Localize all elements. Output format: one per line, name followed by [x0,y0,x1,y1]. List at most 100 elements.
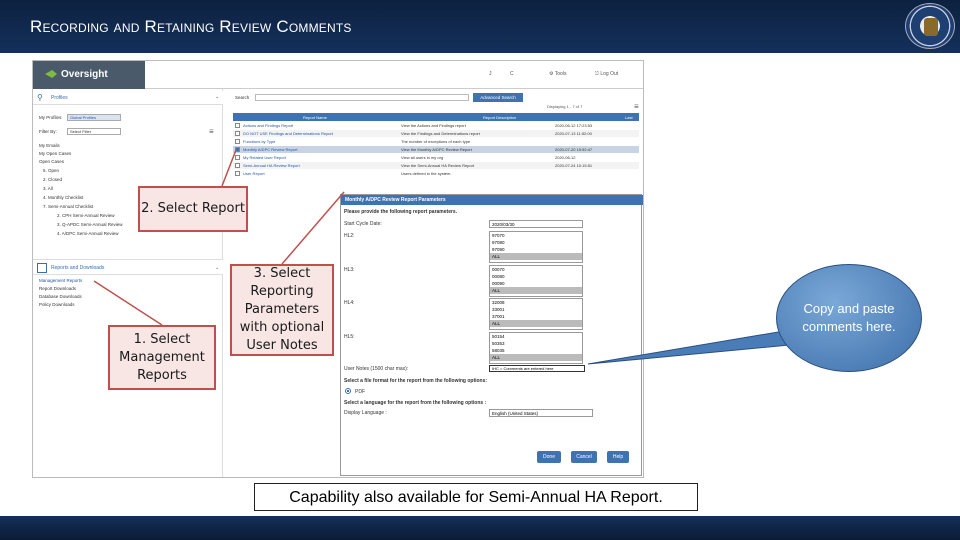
reports-label: Reports and Downloads [51,265,105,271]
tools-menu[interactable]: ⚙ Tools [549,71,566,77]
hl4-option[interactable]: 32008 [490,299,582,306]
hl5-option[interactable]: 58035 [490,347,582,354]
table-row[interactable]: Actions and Findings Report View the Acti… [233,122,639,129]
language-prompt: Select a language for the report from th… [344,400,487,406]
language-select[interactable]: English (United States) [489,409,593,417]
sidebar-item-open[interactable]: 5. Open [43,168,59,173]
col-header-last[interactable]: Last [625,115,633,120]
hl4-option[interactable]: 37001 [490,313,582,320]
cell-name[interactable]: My Related User Report [243,155,286,160]
sidebar-item-monthly-checklist[interactable]: 4. Monthly Checklist [43,195,83,200]
cycle-date-select[interactable]: 2020/03/30 [489,220,583,228]
callout-step1: 1. Select Management Reports [108,325,216,390]
hl4-option[interactable]: 33001 [490,306,582,313]
row-checkbox[interactable] [235,123,240,128]
row-checkbox-checked[interactable] [235,147,240,152]
hl3-option-selected[interactable]: ALL [490,287,582,294]
app-logo[interactable]: Oversight [61,69,108,80]
cell-name[interactable]: Actions and Findings Report [243,123,293,128]
col-header-report-name[interactable]: Report Name [303,115,327,120]
user-notes-input[interactable]: IHC = Comments are entered here [489,365,585,372]
table-row[interactable]: DO NOT USE Findings and Determinations R… [233,130,639,137]
hl5-option[interactable]: 50353 [490,340,582,347]
hl2-option[interactable]: 97090 [490,246,582,253]
menu-icon[interactable]: ≡ [634,102,639,111]
copy-paste-bubble: Copy and paste comments here. [776,264,922,372]
my-profiles-label: My Profiles: [39,115,63,120]
sidebar-item-policy-downloads[interactable]: Policy Downloads [39,302,75,307]
tools-label: Tools [554,71,567,77]
sidebar-item-my-open-cases[interactable]: My Open Cases [39,151,71,156]
cell-date: 2020-07-24 10:15:51 [555,163,593,168]
table-row[interactable]: My Related User Report View all users in … [233,154,639,161]
cell-desc: The number of exceptions of each type [401,139,471,144]
hl5-option[interactable]: 50154 [490,333,582,340]
done-button[interactable]: Done [537,451,561,463]
hl2-option[interactable]: 97070 [490,232,582,239]
filter-select[interactable]: Select Filter [67,128,121,135]
callout-step3: 3. Select Reporting Parameters with opti… [230,264,334,356]
row-checkbox[interactable] [235,163,240,168]
cell-name[interactable]: Semi-Annual HA Review Report [243,163,300,168]
hl3-option[interactable]: 00080 [490,273,582,280]
hl2-listbox[interactable]: 97070 97080 97090 ALL [489,231,583,263]
sidebar-item-adpc-review[interactable]: 4. A/DPC Semi-Annual Review [57,231,119,236]
hl3-listbox[interactable]: 00070 00080 00090 ALL [489,265,583,297]
chevron-down-icon[interactable]: ⌄ [215,265,219,271]
hl4-label: HL4: [344,300,355,306]
col-header-description[interactable]: Report Description [483,115,516,120]
cell-name[interactable]: Monthly A/DPC Review Report [243,147,297,152]
cancel-button[interactable]: Cancel [571,451,597,463]
cell-name[interactable]: DO NOT USE Findings and Determinations R… [243,131,333,136]
sidebar: ⚲ Profiles ⌄ My Profiles: Global Profile… [33,89,223,477]
notes-label: User Notes (1500 char max): [344,366,409,372]
table-row[interactable]: Semi-Annual HA Review Report View the Sem… [233,162,639,169]
advanced-search-button[interactable]: Advanced Search [473,93,523,102]
row-checkbox[interactable] [235,171,240,176]
hl2-option-selected[interactable]: ALL [490,253,582,260]
sidebar-item-closed[interactable]: 2. Closed [43,177,62,182]
sidebar-item-cph-review[interactable]: 2. CPH Semi-Annual Review [57,213,115,218]
hl3-option[interactable]: 00090 [490,280,582,287]
profiles-section-header[interactable]: ⚲ Profiles ⌄ [33,91,223,105]
hl5-option-selected[interactable]: ALL [490,354,582,361]
table-row[interactable]: User Report Users defined in the system. [233,170,639,177]
chevron-down-icon[interactable]: ⌄ [215,94,219,100]
hl4-listbox[interactable]: 32008 33001 37001 ALL [489,298,583,330]
logout-button[interactable]: ⎋ Log Out [595,71,618,77]
table-row[interactable]: Functions by Type The number of exception… [233,138,639,145]
pdf-radio[interactable] [345,388,351,394]
sidebar-item-semi-annual[interactable]: 7. Semi-Annual Checklist [43,204,93,209]
row-checkbox[interactable] [235,131,240,136]
cell-date: 2020-06-12 17:23:53 [555,123,593,128]
hl4-option-selected[interactable]: ALL [490,320,582,327]
help-button[interactable]: Help [607,451,629,463]
search-icon: ⚲ [37,93,43,102]
cell-desc: View the Monthly A/DPC Review Report [401,147,472,152]
dod-seal-icon [905,3,955,49]
search-input[interactable] [255,94,469,101]
my-profiles-select[interactable]: Global Profiles [67,114,121,121]
header-item-j[interactable]: J [489,71,492,77]
sidebar-item-my-emails[interactable]: My Emails [39,143,60,148]
cell-name[interactable]: User Report [243,171,265,176]
pager: Displaying 1 - 7 of 7 [547,104,583,109]
table-row-selected[interactable]: Monthly A/DPC Review Report View the Mont… [233,146,639,153]
row-checkbox[interactable] [235,139,240,144]
sidebar-item-report-downloads[interactable]: Report Downloads [39,286,76,291]
app-header: Oversight J C ⚙ Tools ⎋ Log Out [33,61,643,89]
header-item-c[interactable]: C [510,71,514,77]
row-checkbox[interactable] [235,155,240,160]
sidebar-item-database-downloads[interactable]: Database Downloads [39,294,82,299]
cell-name[interactable]: Functions by Type [243,139,275,144]
menu-icon[interactable]: ≡ [209,127,214,136]
hl2-option[interactable]: 97080 [490,239,582,246]
hl5-listbox[interactable]: 50154 50353 58035 ALL [489,332,583,364]
sidebar-item-all[interactable]: 3. All [43,186,53,191]
hl3-option[interactable]: 00070 [490,266,582,273]
hl5-label: HL5: [344,334,355,340]
sidebar-item-management-reports[interactable]: Management Reports [39,278,82,283]
sidebar-item-qapdc-review[interactable]: 3. Q-APDC Semi-Annual Review [57,222,123,227]
sidebar-item-open-cases[interactable]: Open Cases [39,159,64,164]
reports-section-header[interactable]: Reports and Downloads ⌄ [33,259,223,275]
